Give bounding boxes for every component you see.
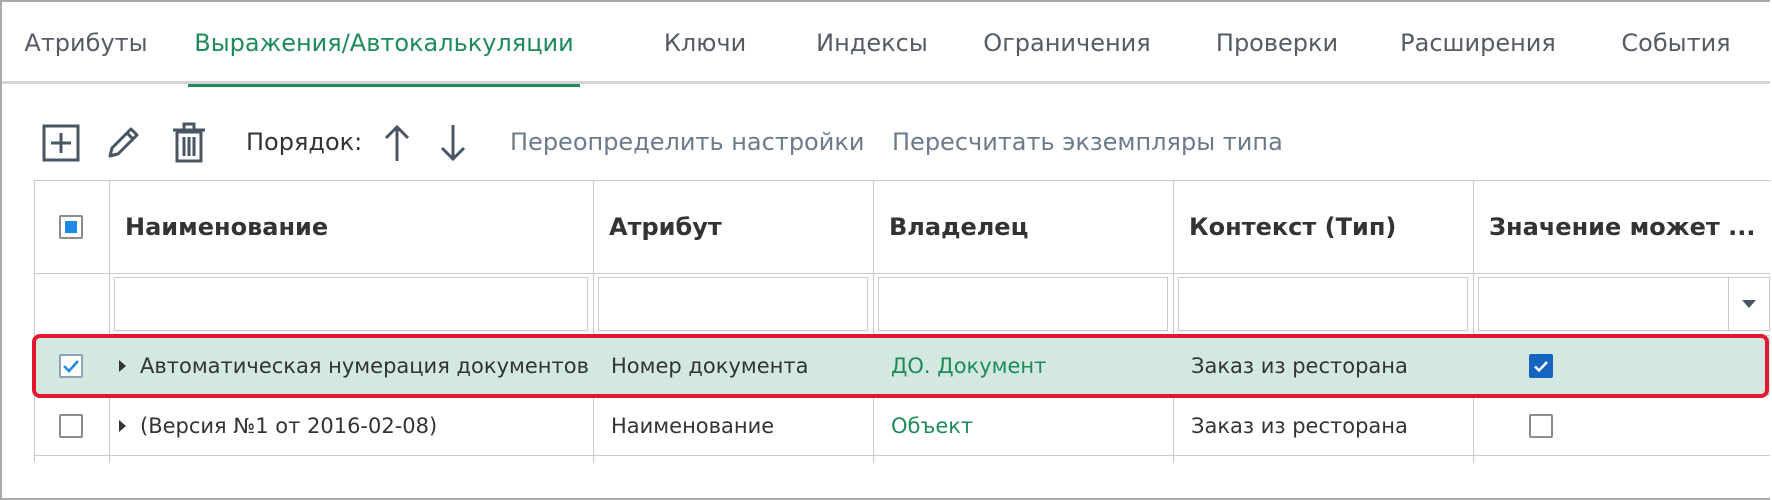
row-name-cell: Автоматическая нумерация документов <box>119 336 589 396</box>
row-owner-link[interactable]: Объект <box>891 396 1169 456</box>
filter-attribute-input[interactable] <box>598 277 868 331</box>
arrow-up-icon <box>384 124 410 161</box>
checkmark-icon <box>63 360 79 373</box>
row-select-cell <box>59 336 109 396</box>
tab-checks[interactable]: Проверки <box>1202 2 1352 84</box>
column-header-attribute[interactable]: Атрибут <box>593 181 873 273</box>
delete-button[interactable] <box>166 120 212 166</box>
edit-button[interactable] <box>100 120 146 166</box>
expressions-grid: Наименование Атрибут Владелец Контекст (… <box>34 180 1770 463</box>
expand-triangle-icon[interactable] <box>119 360 126 372</box>
tab-expressions[interactable]: Выражения/Автокалькуляции <box>188 2 580 87</box>
row-context: Заказ из ресторана <box>1191 414 1408 438</box>
trash-icon <box>173 122 205 163</box>
expand-triangle-icon[interactable] <box>119 420 126 432</box>
column-header-nullable[interactable]: Значение может ... <box>1473 181 1770 273</box>
row-checkbox[interactable] <box>59 414 83 438</box>
row-checkbox[interactable] <box>59 354 83 378</box>
filter-nullable-select[interactable] <box>1478 277 1770 331</box>
checkmark-icon <box>1534 360 1548 372</box>
select-all-cell <box>35 181 109 273</box>
column-header-context[interactable]: Контекст (Тип) <box>1173 181 1473 273</box>
row-name-cell: (Версия №1 от 2016-02-08) <box>119 396 589 456</box>
select-all-checkbox[interactable] <box>59 215 83 239</box>
add-button[interactable] <box>38 120 84 166</box>
tab-events[interactable]: События <box>1606 2 1746 84</box>
tab-constraints[interactable]: Ограничения <box>978 2 1156 84</box>
filter-context-input[interactable] <box>1178 277 1468 331</box>
row-attribute: Номер документа <box>611 354 809 378</box>
nullable-checkbox[interactable] <box>1529 414 1553 438</box>
table-row[interactable]: Автоматическая нумерация документов Номе… <box>35 336 1770 396</box>
filter-name-input[interactable] <box>114 277 588 331</box>
row-context: Заказ из ресторана <box>1191 354 1408 378</box>
tab-indexes[interactable]: Индексы <box>808 2 936 84</box>
chevron-down-icon[interactable] <box>1728 278 1769 330</box>
tab-extensions[interactable]: Расширения <box>1388 2 1568 84</box>
table-row[interactable]: (Версия №1 от 2016-02-08) Наименование О… <box>35 396 1770 456</box>
override-settings-link[interactable]: Переопределить настройки <box>510 128 864 156</box>
move-down-button[interactable] <box>430 120 476 166</box>
tab-bar: Атрибуты Выражения/Автокалькуляции Ключи… <box>2 2 1770 87</box>
tab-attributes[interactable]: Атрибуты <box>6 2 166 84</box>
row-name: Автоматическая нумерация документов <box>140 354 589 378</box>
move-up-button[interactable] <box>374 120 420 166</box>
arrow-down-icon <box>440 125 466 162</box>
nullable-checkbox[interactable] <box>1529 354 1553 378</box>
row-select-cell <box>59 396 109 456</box>
column-header-owner[interactable]: Владелец <box>873 181 1173 273</box>
column-header-name[interactable]: Наименование <box>109 181 593 273</box>
row-name: (Версия №1 от 2016-02-08) <box>140 414 438 438</box>
filter-owner-input[interactable] <box>878 277 1168 331</box>
row-owner-link[interactable]: ДО. Документ <box>891 336 1169 396</box>
tab-keys[interactable]: Ключи <box>652 2 758 84</box>
pencil-icon <box>108 127 139 158</box>
plus-square-icon <box>42 124 80 162</box>
row-nullable-cell <box>1529 336 1589 396</box>
row-attribute: Наименование <box>611 414 775 438</box>
order-label: Порядок: <box>246 128 363 156</box>
row-nullable-cell <box>1529 396 1589 456</box>
recalc-instances-link[interactable]: Пересчитать экземпляры типа <box>892 128 1283 156</box>
editor-frame: Атрибуты Выражения/Автокалькуляции Ключи… <box>0 0 1770 500</box>
toolbar: Порядок: Переопределить настройки Пересч… <box>2 110 1770 180</box>
